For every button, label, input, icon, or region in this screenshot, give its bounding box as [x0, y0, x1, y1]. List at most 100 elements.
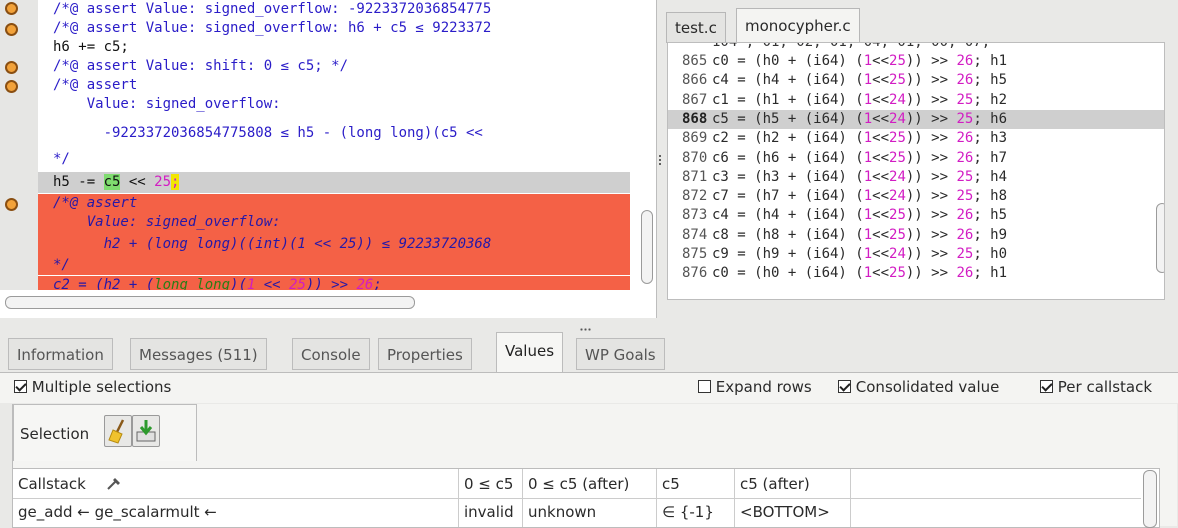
panel-splitter-handle[interactable]: [580, 320, 596, 332]
code-line[interactable]: 873 c4 = (h4 + (i64) (1<<25)) >> 26; h5: [668, 206, 1164, 225]
alarm-marker-icon[interactable]: [5, 61, 18, 74]
expand-rows-checkbox[interactable]: Expand rows: [698, 378, 812, 396]
code-line[interactable]: 869 c2 = (h2 + (i64) (1<<25)) >> 26; h3: [668, 129, 1164, 148]
multiple-selections-checkbox[interactable]: Multiple selections: [14, 378, 171, 396]
source-editor-left[interactable]: /*@ assert Value: signed_overflow: -9223…: [0, 0, 657, 318]
code-line[interactable]: Value: signed_overflow:: [38, 95, 638, 114]
code-number: 25: [889, 265, 906, 282]
pane-splitter-handle[interactable]: [658, 150, 662, 170]
code-number: 1: [863, 226, 873, 243]
code-line[interactable]: -9223372036854775808 ≤ h5 - (long long)(…: [38, 114, 638, 152]
checkbox-icon: [1040, 380, 1053, 393]
code-line[interactable]: h6 += c5;: [38, 38, 638, 57]
code-line[interactable]: 870 c6 = (h6 + (i64) (1<<25)) >> 26; h7: [668, 149, 1164, 168]
code-line[interactable]: 104 , 01, 02, 01, 04, 01, 00, 07,: [668, 43, 1164, 52]
code-line[interactable]: 874 c8 = (h8 + (i64) (1<<25)) >> 26; h9: [668, 226, 1164, 245]
alarm-marker-icon[interactable]: [5, 80, 18, 93]
code-line[interactable]: 876 c0 = (h0 + (i64) (1<<25)) >> 26; h1: [668, 264, 1164, 283]
code-text: )) >>: [905, 110, 957, 127]
code-line[interactable]: /*@ assert Value: signed_overflow: h6 + …: [38, 19, 638, 38]
file-tab-monocypher-c[interactable]: monocypher.c: [736, 8, 860, 43]
vertical-scrollbar[interactable]: [1143, 470, 1157, 528]
failed-assertion-line[interactable]: /*@ assert: [38, 194, 630, 213]
tab-information[interactable]: Information: [8, 338, 113, 370]
column-header[interactable]: 0 ≤ c5: [459, 469, 523, 499]
code-line[interactable]: 875 c9 = (h9 + (i64) (1<<24)) >> 25; h0: [668, 245, 1164, 264]
column-header[interactable]: c5: [657, 469, 735, 499]
code-text: ; h0: [973, 246, 1008, 262]
code-text: ; h5: [973, 207, 1008, 224]
code-line[interactable]: /*@ assert Value: shift: 0 ≤ c5; */: [38, 57, 638, 76]
bottom-tab-bar: Information Messages (511) Console Prope…: [0, 330, 1178, 372]
code-number: 26: [956, 265, 974, 282]
code-number: 1: [863, 265, 873, 282]
alarm-marker-icon[interactable]: [5, 2, 18, 15]
file-tab-test-c[interactable]: test.c: [666, 12, 726, 43]
tab-values[interactable]: Values: [496, 332, 564, 372]
code-line[interactable]: 872 c7 = (h7 + (i64) (1<<24)) >> 25; h8: [668, 187, 1164, 206]
code-number: 1: [863, 91, 873, 108]
export-button[interactable]: [132, 415, 160, 447]
code-number: 26: [956, 207, 974, 224]
horizontal-scrollbar[interactable]: [5, 296, 415, 309]
code-text: c5 = (h5 + (i64) (: [712, 110, 864, 127]
tab-wp-goals[interactable]: WP Goals: [576, 338, 665, 370]
source-editor-right: test.c monocypher.c 104 , 01, 02, 01, 04…: [664, 0, 1178, 318]
pipette-icon[interactable]: [105, 475, 123, 491]
failed-assertion-line[interactable]: */: [38, 256, 630, 275]
failed-assertion-line[interactable]: h2 + (long long)((int)(1 << 25)) ≤ 92233…: [38, 232, 630, 256]
vertical-scrollbar[interactable]: [641, 210, 653, 284]
selection-group: Selection: [13, 404, 197, 461]
consolidated-value-checkbox[interactable]: Consolidated value: [838, 378, 999, 396]
code-text: ; h9: [973, 226, 1008, 243]
vertical-scrollbar[interactable]: [1156, 203, 1164, 273]
code-line[interactable]: 865 c0 = (h0 + (i64) (1<<25)) >> 26; h1: [668, 52, 1164, 71]
code-number: 26: [956, 149, 974, 166]
column-header[interactable]: 0 ≤ c5 (after): [523, 469, 657, 499]
per-callstack-checkbox[interactable]: Per callstack: [1040, 378, 1152, 396]
table-cell[interactable]: unknown: [523, 499, 657, 527]
code-line[interactable]: 871 c3 = (h3 + (i64) (1<<24)) >> 25; h4: [668, 168, 1164, 187]
code-line[interactable]: */: [38, 150, 638, 169]
code-text: <<: [872, 226, 890, 243]
line-number: 876: [682, 265, 708, 282]
column-header-callstack[interactable]: Callstack: [13, 469, 459, 499]
original-source-view[interactable]: 104 , 01, 02, 01, 04, 01, 00, 07, 865 c0 …: [667, 42, 1165, 300]
current-code-line[interactable]: 868 c5 = (h5 + (i64) (1<<24)) >> 25; h6: [668, 109, 1164, 129]
checkbox-icon: [14, 380, 27, 393]
column-header[interactable]: c5 (after): [735, 469, 851, 499]
code-line[interactable]: 867 c1 = (h1 + (i64) (1<<24)) >> 25; h2: [668, 91, 1164, 110]
failed-assertion-line[interactable]: Value: signed_overflow:: [38, 213, 630, 232]
code-text: ; h5: [973, 72, 1008, 89]
tab-properties[interactable]: Properties: [378, 338, 472, 370]
current-code-line[interactable]: h5 -= c5 << 25;: [38, 172, 630, 193]
code-text: <<: [872, 72, 890, 89]
table-cell[interactable]: invalid: [459, 499, 523, 527]
tab-console[interactable]: Console: [292, 338, 370, 370]
line-number: 869: [682, 130, 708, 147]
tab-messages[interactable]: Messages (511): [130, 338, 267, 370]
code-text: c6 = (h6 + (i64) (: [712, 149, 864, 166]
code-number: 25: [889, 53, 906, 69]
code-number: 1: [863, 149, 873, 166]
alarm-marker-icon[interactable]: [5, 23, 18, 36]
code-line[interactable]: 866 c4 = (h4 + (i64) (1<<25)) >> 26; h5: [668, 71, 1164, 90]
table-cell[interactable]: ∈ {-1}: [657, 499, 735, 527]
table-cell[interactable]: <BOTTOM>: [735, 499, 851, 527]
code-line[interactable]: /*@ assert Value: signed_overflow: -9223…: [38, 0, 638, 19]
alarm-marker-icon[interactable]: [5, 198, 18, 211]
values-table: Callstack 0 ≤ c5 0 ≤ c5 (after) c5 c5 (a…: [12, 468, 1160, 528]
clear-selection-button[interactable]: [104, 415, 132, 447]
code-text: c8 = (h8 + (i64) (: [712, 226, 864, 243]
column-header-filler: [851, 469, 1141, 499]
code-number: 24: [889, 188, 906, 205]
code-text: <<: [872, 130, 890, 147]
line-number: 873: [682, 207, 708, 224]
code-number: 25: [889, 149, 906, 166]
code-line[interactable]: /*@ assert: [38, 76, 638, 95]
code-text: ; h3: [973, 130, 1008, 147]
table-cell-callstack[interactable]: ge_add ← ge_scalarmult ←: [13, 499, 459, 527]
code-text: )) >>: [905, 265, 957, 282]
code-number: 1: [863, 207, 873, 224]
code-number: 26: [956, 53, 974, 69]
